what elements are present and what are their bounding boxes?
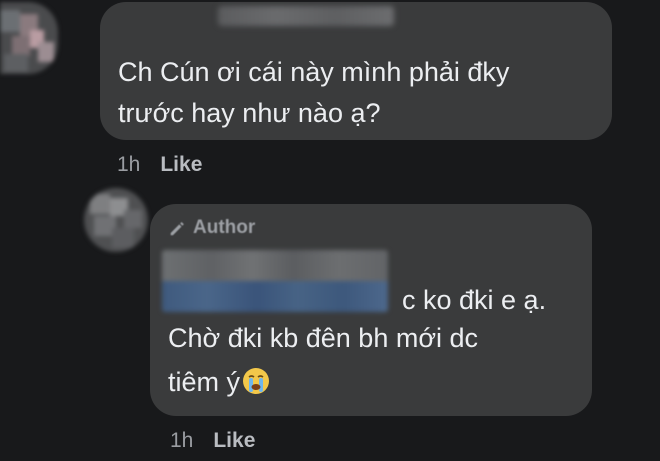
like-button[interactable]: Like [213,429,255,453]
author-badge: Author [168,215,255,241]
redacted-mention [162,250,388,312]
reply-actions: 1h Like [170,426,255,456]
author-badge-label: Author [193,217,256,238]
reply-text-line: tiêm ý [168,367,241,397]
crying-face-icon [243,367,270,394]
comment-thread: Ch Cún ơi cái này mình phải đky trước ha… [0,0,660,461]
redacted-name [218,6,394,26]
reply-timestamp[interactable]: 1h [170,429,193,453]
comment-actions: 1h Like [117,150,202,180]
reply-text-line-with-emoji: tiêm ý [168,362,271,402]
comment-text-line: trước hay như nào ạ? [118,98,381,128]
pencil-icon [170,222,184,236]
comment-text-line: Ch Cún ơi cái này mình phải đky [118,57,510,87]
like-button[interactable]: Like [160,153,202,177]
reply-text-line: Chờ đki kb đên bh mới dc [168,323,479,353]
commenter-avatar[interactable] [0,2,58,74]
reply-text-line: c ko đki e ạ. [402,285,547,315]
reply-author-avatar[interactable] [84,188,148,252]
comment-timestamp[interactable]: 1h [117,153,140,177]
